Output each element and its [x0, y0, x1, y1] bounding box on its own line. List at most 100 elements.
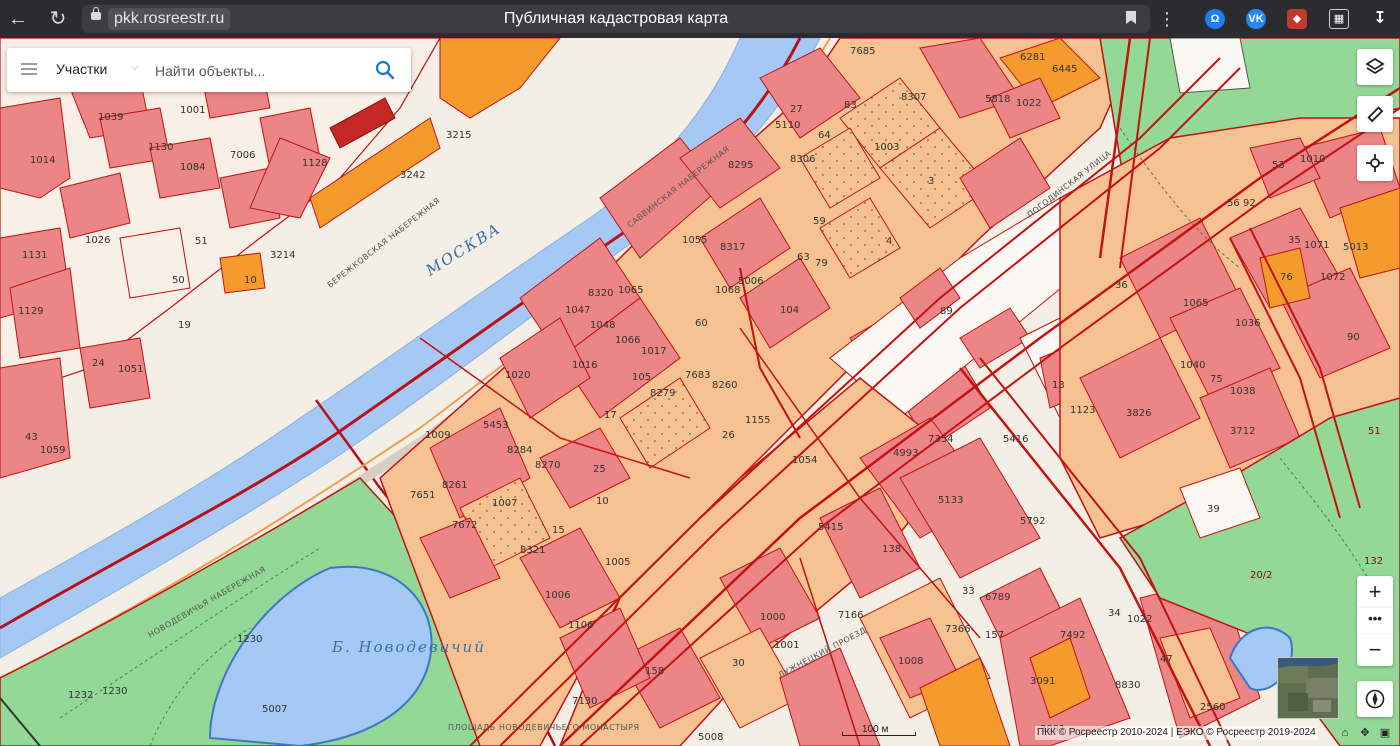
- svg-text:8279: 8279: [650, 388, 675, 399]
- svg-text:50: 50: [172, 275, 185, 286]
- page-title: Публичная кадастровая карта: [503, 10, 729, 27]
- compass-button[interactable]: [1357, 681, 1393, 717]
- url-text[interactable]: pkk.rosreestr.ru: [108, 8, 231, 30]
- browser-window: ← ↻ pkk.rosreestr.ru Публичная кадастров…: [0, 0, 1400, 746]
- measure-button[interactable]: [1357, 96, 1393, 132]
- crosshair-icon: [1366, 154, 1384, 172]
- svg-text:1020: 1020: [505, 370, 530, 381]
- svg-text:1072: 1072: [1320, 272, 1345, 283]
- svg-text:1040: 1040: [1180, 360, 1205, 371]
- svg-text:3215: 3215: [446, 130, 471, 141]
- svg-text:7354: 7354: [928, 434, 953, 445]
- back-arrow-icon[interactable]: ←: [4, 5, 32, 33]
- svg-text:35: 35: [1288, 235, 1301, 246]
- svg-text:6789: 6789: [985, 592, 1010, 603]
- svg-text:5792: 5792: [1020, 516, 1045, 527]
- search-input[interactable]: [153, 58, 367, 84]
- svg-text:7166: 7166: [838, 610, 863, 621]
- scale-line: [842, 732, 916, 736]
- svg-text:20/2: 20/2: [1250, 570, 1272, 581]
- chevron-down-icon[interactable]: ⌵: [131, 63, 141, 73]
- svg-text:1036: 1036: [1235, 318, 1260, 329]
- svg-text:51: 51: [195, 236, 208, 247]
- attribution-text: ПКК © Росреестр 2010-2024 | ЕЭКО © Росре…: [1035, 726, 1318, 740]
- svg-text:4: 4: [886, 236, 892, 247]
- svg-text:7006: 7006: [230, 150, 255, 161]
- reload-icon[interactable]: ↻: [44, 5, 72, 33]
- svg-text:3242: 3242: [400, 170, 425, 181]
- street-label-4: ПЛОЩАДЬ НОВОДЕВИЧЬЕГО МОНАСТЫРЯ: [448, 723, 640, 732]
- svg-text:105: 105: [632, 372, 651, 383]
- svg-text:1001: 1001: [180, 105, 205, 116]
- bookmark-icon[interactable]: [1126, 11, 1136, 24]
- basemap-switcher-thumbnail[interactable]: [1277, 657, 1339, 719]
- svg-text:8321: 8321: [520, 545, 545, 556]
- svg-text:43: 43: [25, 432, 38, 443]
- svg-text:8830: 8830: [1115, 680, 1140, 691]
- zoom-out-button[interactable]: −: [1357, 634, 1393, 666]
- search-icon: [375, 60, 395, 80]
- svg-text:5416: 5416: [1003, 434, 1028, 445]
- locate-button[interactable]: [1357, 145, 1393, 181]
- svg-text:5818: 5818: [985, 94, 1010, 105]
- ruler-icon: [1367, 106, 1384, 123]
- svg-text:1051: 1051: [118, 364, 143, 375]
- svg-text:7130: 7130: [572, 696, 597, 707]
- extensions-puzzle-icon[interactable]: ▦: [1329, 9, 1349, 29]
- svg-text:1000: 1000: [760, 612, 785, 623]
- map-canvas[interactable]: МОСКВА Б. Новодевичий САВВИНСКАЯ НАБЕРЕЖ…: [0, 38, 1400, 746]
- svg-text:90: 90: [1347, 332, 1360, 343]
- svg-text:7651: 7651: [410, 490, 435, 501]
- svg-text:1008: 1008: [898, 656, 923, 667]
- svg-text:1055: 1055: [682, 235, 707, 246]
- svg-text:51: 51: [1368, 426, 1381, 437]
- svg-text:1006: 1006: [545, 590, 570, 601]
- svg-text:1005: 1005: [605, 557, 630, 568]
- svg-text:76: 76: [1280, 272, 1293, 283]
- svg-text:1014: 1014: [30, 155, 55, 166]
- svg-text:5110: 5110: [775, 120, 800, 131]
- extension-blue-icon[interactable]: Ω: [1205, 9, 1225, 29]
- svg-text:75: 75: [1210, 374, 1223, 385]
- search-button[interactable]: [373, 58, 397, 82]
- svg-text:3214: 3214: [270, 250, 295, 261]
- svg-text:1026: 1026: [85, 235, 110, 246]
- svg-text:1009: 1009: [425, 430, 450, 441]
- zoom-in-button[interactable]: +: [1357, 576, 1393, 608]
- svg-text:34: 34: [1108, 608, 1121, 619]
- svg-text:1106: 1106: [568, 620, 593, 631]
- lock-icon: [91, 7, 101, 20]
- svg-text:27: 27: [790, 104, 803, 115]
- svg-text:1131: 1131: [22, 250, 47, 261]
- more-vertical-icon[interactable]: ⋮: [1158, 5, 1176, 33]
- svg-text:26: 26: [722, 430, 735, 441]
- svg-text:30: 30: [732, 658, 745, 669]
- svg-text:5133: 5133: [938, 495, 963, 506]
- home-icon[interactable]: ⌂: [1338, 726, 1352, 740]
- svg-text:5007: 5007: [262, 704, 287, 715]
- svg-text:1001: 1001: [774, 640, 799, 651]
- download-icon[interactable]: ↧: [1370, 9, 1390, 29]
- layers-icon: [1365, 57, 1385, 75]
- svg-text:6445: 6445: [1052, 64, 1077, 75]
- hamburger-menu-icon[interactable]: [21, 63, 37, 75]
- svg-text:1048: 1048: [590, 320, 615, 331]
- svg-text:8307: 8307: [901, 92, 926, 103]
- svg-text:8284: 8284: [507, 445, 532, 456]
- fullscreen-icon[interactable]: ▣: [1378, 726, 1392, 740]
- svg-text:1230: 1230: [102, 686, 127, 697]
- svg-text:1022: 1022: [1127, 614, 1152, 625]
- extension-red-icon[interactable]: ◆: [1287, 9, 1307, 29]
- svg-text:7683: 7683: [685, 370, 710, 381]
- layers-button[interactable]: [1357, 49, 1393, 85]
- svg-text:7685: 7685: [850, 46, 875, 57]
- more-zoom-button[interactable]: •••: [1357, 608, 1393, 634]
- address-bar[interactable]: pkk.rosreestr.ru Публичная кадастровая к…: [82, 5, 1150, 33]
- svg-text:60: 60: [695, 318, 708, 329]
- category-selector[interactable]: Участки: [56, 61, 107, 77]
- svg-text:1065: 1065: [1183, 298, 1208, 309]
- cadastral-map[interactable]: МОСКВА Б. Новодевичий САВВИНСКАЯ НАБЕРЕЖ…: [0, 38, 1400, 746]
- move-icon[interactable]: ✥: [1358, 726, 1372, 740]
- svg-text:5013: 5013: [1343, 242, 1368, 253]
- vk-icon[interactable]: VK: [1246, 9, 1266, 29]
